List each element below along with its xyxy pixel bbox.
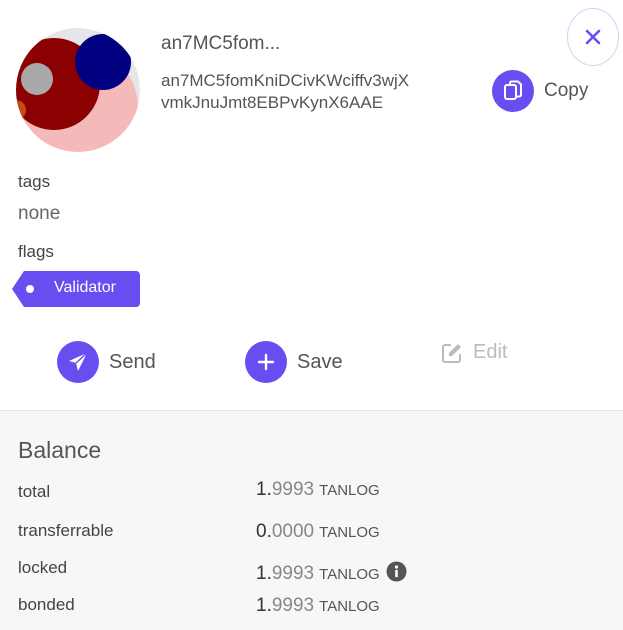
- tags-value: none: [18, 203, 61, 224]
- edit-label: Edit: [473, 341, 508, 363]
- balance-total-unit: TANLOG: [319, 482, 380, 499]
- save-button[interactable]: Save: [245, 341, 343, 383]
- balance-panel: Balance total 1. 9993 TANLOG transferrable…: [0, 410, 623, 630]
- edit-button[interactable]: Edit: [441, 341, 507, 364]
- balance-locked-label: locked: [18, 558, 68, 577]
- tags-label: tags: [18, 172, 51, 191]
- balance-total-value: 1. 9993 TANLOG: [256, 479, 380, 501]
- balance-transferrable-dec: 0000: [271, 521, 315, 542]
- account-address: an7MC5fomKniDCivKWciffv3wjXvmkJnuJmt8EBP…: [161, 71, 410, 112]
- balance-locked-unit: TANLOG: [319, 566, 380, 583]
- send-icon: [57, 341, 99, 383]
- plus-icon: [245, 341, 287, 383]
- copy-button[interactable]: Copy: [492, 70, 588, 112]
- balance-title: Balance: [18, 437, 102, 463]
- copy-icon: [492, 70, 534, 112]
- info-icon[interactable]: [386, 561, 407, 582]
- balance-transferrable-int: 0.: [256, 521, 272, 542]
- balance-locked-value: 1. 9993 TANLOG: [256, 558, 407, 585]
- balance-transferrable-value: 0. 0000 TANLOG: [256, 521, 380, 543]
- balance-bonded-unit: TANLOG: [319, 598, 380, 615]
- balance-locked-dec: 9993: [271, 563, 315, 584]
- flags-label: flags: [18, 242, 54, 261]
- balance-total-dec: 9993: [271, 479, 315, 500]
- balance-total-int: 1.: [256, 479, 272, 500]
- flag-label: Validator: [54, 279, 116, 296]
- save-label: Save: [297, 350, 343, 373]
- account-name: an7MC5fom...: [161, 33, 281, 54]
- balance-bonded-int: 1.: [256, 595, 272, 616]
- balance-bonded-value: 1. 9993 TANLOG: [256, 595, 380, 617]
- edit-icon: [442, 343, 461, 363]
- balance-transferrable-label: transferrable: [18, 521, 114, 540]
- avatar: [16, 28, 140, 152]
- send-button[interactable]: Send: [57, 341, 156, 383]
- close-icon: [585, 29, 601, 45]
- balance-transferrable-unit: TANLOG: [319, 524, 380, 541]
- balance-bonded-dec: 9993: [271, 595, 315, 616]
- balance-total-label: total: [18, 482, 51, 501]
- copy-label: Copy: [544, 80, 589, 101]
- send-label: Send: [109, 350, 156, 373]
- close-button[interactable]: [567, 8, 619, 66]
- balance-locked-int: 1.: [256, 563, 272, 584]
- balance-bonded-label: bonded: [18, 595, 75, 614]
- validator-flag-tag: Validator: [12, 271, 140, 307]
